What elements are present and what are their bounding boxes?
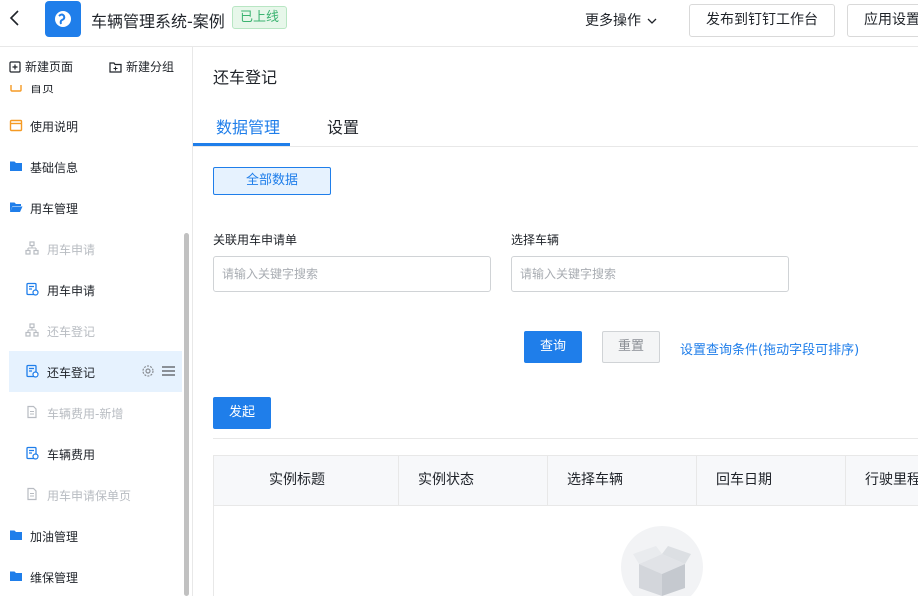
new-page-button[interactable]: 新建页面 (9, 58, 73, 75)
column-header[interactable]: 选择车辆 (548, 456, 697, 505)
divider (213, 438, 918, 439)
table-header: 实例标题 实例状态 选择车辆 回车日期 行驶里程 (214, 456, 918, 506)
sidebar-item-label: 还车登记 (47, 325, 96, 339)
back-icon[interactable] (8, 8, 22, 28)
sidebar-item-label: 加油管理 (30, 530, 79, 544)
sidebar-item-maintenance[interactable]: 维保管理 (0, 556, 182, 596)
vehicle-search-input[interactable]: 请输入关键字搜索 (511, 256, 789, 292)
new-folder-icon (109, 62, 122, 73)
sidebar-item-fuel[interactable]: 加油管理 (0, 515, 182, 556)
app-settings-button[interactable]: 应用设置 (847, 4, 918, 37)
new-page-icon (9, 61, 21, 73)
sidebar-item-vehicle-expense-add[interactable]: 车辆费用-新增 (0, 392, 182, 433)
chevron-down-icon (647, 18, 657, 24)
folder-open-icon (10, 202, 23, 212)
filter-label-vehicle: 选择车辆 (511, 233, 560, 247)
tab-data-management[interactable]: 数据管理 (216, 114, 280, 138)
doc-icon (27, 405, 37, 419)
tab-settings[interactable]: 设置 (327, 114, 359, 138)
more-actions-menu[interactable]: 更多操作 (585, 10, 657, 30)
folder-icon (10, 571, 22, 581)
form-icon (26, 446, 39, 460)
sidebar-item-label: 基础信息 (30, 161, 79, 175)
sidebar-item-label: 用车管理 (30, 202, 79, 216)
related-request-search-input[interactable]: 请输入关键字搜索 (213, 256, 491, 292)
sidebar-item-request-policy-page[interactable]: 用车申请保单页 (0, 474, 182, 515)
sidebar-item-vehicle-request[interactable]: 用车申请 (0, 269, 182, 310)
column-header[interactable]: 实例状态 (399, 456, 548, 505)
sidebar: 首页 新建页面 新建分组 使用说明 基础信息 用车管理 用车申请 用车申请 还车… (0, 47, 193, 596)
reset-button[interactable]: 重置 (602, 331, 660, 363)
sidebar-item-label: 车辆费用 (47, 448, 96, 462)
sidebar-item-guide[interactable]: 使用说明 (0, 105, 182, 146)
sidebar-item-label: 使用说明 (30, 120, 79, 134)
all-data-view-button[interactable]: 全部数据 (213, 167, 331, 195)
sidebar-item-label: 还车登记 (47, 366, 96, 380)
sidebar-item-label: 用车申请 (47, 284, 96, 298)
sidebar-item-vehicle-expense[interactable]: 车辆费用 (0, 433, 182, 474)
sidebar-item-label: 车辆费用-新增 (47, 407, 124, 421)
new-group-label: 新建分组 (126, 60, 175, 74)
new-page-label: 新建页面 (25, 60, 74, 74)
sidebar-item-label: 用车申请 (47, 243, 96, 257)
status-badge: 已上线 (232, 6, 288, 29)
sidebar-scrollbar[interactable] (184, 233, 189, 596)
column-header[interactable]: 实例标题 (214, 456, 399, 505)
new-group-button[interactable]: 新建分组 (109, 58, 174, 75)
filter-label-related-request: 关联用车申请单 (213, 233, 298, 247)
column-header[interactable]: 回车日期 (697, 456, 846, 505)
query-button[interactable]: 查询 (524, 331, 582, 363)
app-logo-icon (45, 1, 81, 37)
empty-box-icon (621, 526, 703, 596)
folder-icon (10, 530, 22, 540)
gear-icon[interactable] (141, 364, 155, 378)
query-settings-link[interactable]: 设置查询条件(拖动字段可排序) (680, 339, 859, 358)
flow-icon (25, 323, 39, 337)
column-header[interactable]: 行驶里程 (846, 456, 918, 505)
sidebar-item-vehicle-request-flow[interactable]: 用车申请 (0, 228, 182, 269)
form-icon (26, 282, 39, 296)
drag-handle-icon[interactable] (161, 364, 176, 378)
more-actions-label: 更多操作 (585, 13, 641, 29)
sidebar-item-label: 用车申请保单页 (47, 489, 132, 503)
data-table: 实例标题 实例状态 选择车辆 回车日期 行驶里程 (213, 455, 918, 596)
calendar-icon (9, 119, 23, 132)
tab-bar: 数据管理 设置 (193, 105, 918, 147)
sidebar-toolbar: 新建页面 新建分组 (0, 47, 192, 85)
sidebar-item-return-register-flow[interactable]: 还车登记 (0, 310, 182, 351)
app-title: 车辆管理系统-案例 (91, 12, 225, 31)
sidebar-item-vehicle-use[interactable]: 用车管理 (0, 187, 182, 228)
page-title: 还车登记 (213, 68, 278, 87)
flow-icon (25, 241, 39, 255)
main-content: 还车登记 数据管理 设置 全部数据 关联用车申请单 请输入关键字搜索 选择车辆 … (193, 47, 918, 596)
folder-icon (10, 161, 22, 171)
sidebar-item-basic-info[interactable]: 基础信息 (0, 146, 182, 187)
top-bar: 车辆管理系统-案例 已上线 更多操作 发布到钉钉工作台 应用设置 (0, 0, 918, 47)
doc-icon (27, 487, 37, 501)
publish-button[interactable]: 发布到钉钉工作台 (689, 4, 835, 37)
sidebar-item-return-register[interactable]: 还车登记 (9, 351, 182, 392)
active-tab-indicator (193, 143, 290, 146)
form-icon (26, 364, 39, 378)
start-button[interactable]: 发起 (213, 397, 271, 429)
sidebar-item-label: 维保管理 (30, 571, 79, 585)
